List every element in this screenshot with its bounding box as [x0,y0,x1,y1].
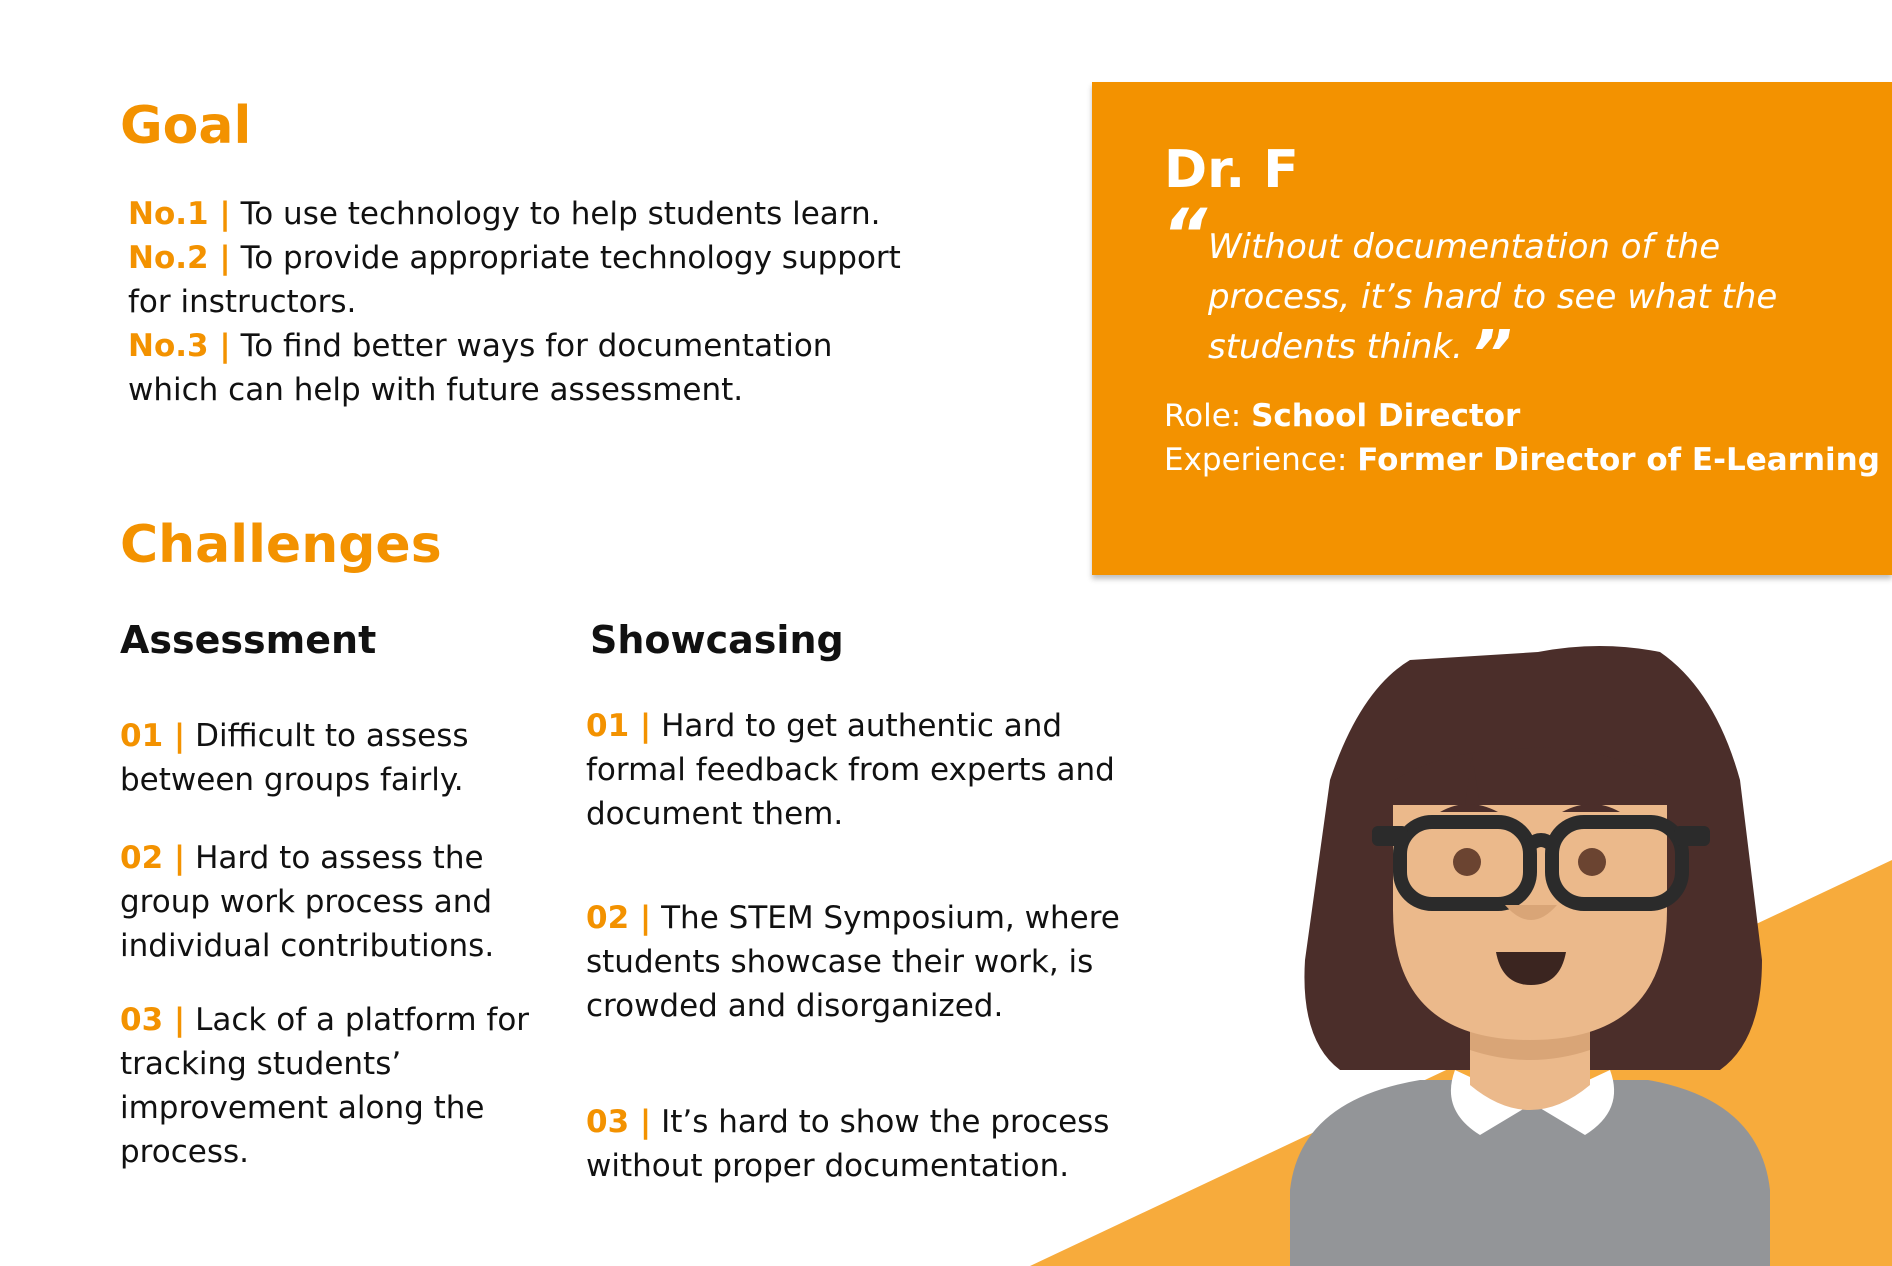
goal-item-3: No.3 | To find better ways for documenta… [128,324,868,412]
goal-number: No.2 | [128,240,231,276]
quote-open-icon: “ [1162,194,1208,276]
item-number: 02 | [586,900,652,936]
item-text: Hard to get authentic and formal feedbac… [586,708,1115,832]
goal-list: No.1 | To use technology to help student… [128,192,928,412]
goal-item-2: No.2 | To provide appropriate technology… [128,236,908,324]
quote-close-icon: ” [1470,318,1513,392]
challenges-heading: Challenges [120,515,442,575]
glasses-arm-left [1372,826,1408,846]
showcasing-item-2: 02 | The STEM Symposium, where students … [586,896,1126,1028]
goal-text: To find better ways for documentation wh… [128,328,833,408]
showcasing-title: Showcasing [590,618,844,662]
glasses-arm-right [1674,826,1710,846]
role-label: Role: [1164,398,1242,434]
persona-quote: Without documentation of the process, it… [1208,222,1848,387]
showcasing-item-3: 03 | It’s hard to show the process witho… [586,1100,1126,1188]
showcasing-item-1: 01 | Hard to get authentic and formal fe… [586,704,1126,836]
eye-left [1453,848,1481,876]
goal-item-1: No.1 | To use technology to help student… [128,192,928,236]
persona-quote-card: Dr. F “ Without documentation of the pro… [1092,82,1892,575]
experience-value: Former Director of E-Learning [1357,442,1880,478]
assessment-title: Assessment [120,618,377,662]
persona-name: Dr. F [1164,140,1299,200]
item-number: 03 | [120,1002,186,1038]
goal-heading: Goal [120,96,252,156]
item-number: 03 | [586,1104,652,1140]
item-number: 01 | [586,708,652,744]
persona-experience: Experience: Former Director of E-Learnin… [1164,438,1880,482]
assessment-item-2: 02 | Hard to assess the group work proce… [120,836,540,968]
persona-role: Role: School Director [1164,394,1520,438]
item-text: It’s hard to show the process without pr… [586,1104,1110,1184]
item-number: 02 | [120,840,186,876]
item-text: The STEM Symposium, where students showc… [586,900,1120,1024]
item-number: 01 | [120,718,186,754]
assessment-item-3: 03 | Lack of a platform for tracking stu… [120,998,540,1174]
goal-number: No.1 | [128,196,231,232]
goal-number: No.3 | [128,328,231,364]
role-value: School Director [1251,398,1521,434]
assessment-item-1: 01 | Difficult to assess between groups … [120,714,540,802]
goal-text: To use technology to help students learn… [240,196,881,232]
goal-text: To provide appropriate technology suppor… [128,240,901,320]
eye-right [1578,848,1606,876]
experience-label: Experience: [1164,442,1348,478]
